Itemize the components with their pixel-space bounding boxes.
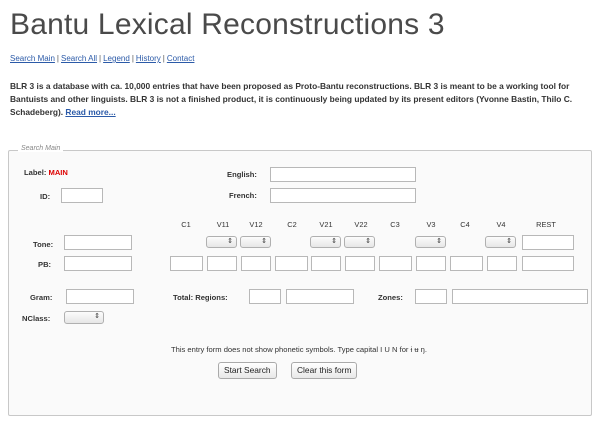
label-value: MAIN — [48, 168, 68, 177]
col-c4: C4 — [460, 220, 470, 229]
nav-separator: | — [56, 54, 59, 63]
c3-input[interactable] — [379, 256, 412, 271]
pb-input[interactable] — [64, 256, 132, 271]
main-nav: Search Main | Search All | Legend | History | Co… — [10, 54, 194, 63]
rest-input[interactable] — [522, 256, 574, 271]
zones-label: Zones: — [378, 293, 403, 302]
v12-input[interactable] — [241, 256, 271, 271]
intro-paragraph: BLR 3 is a database with ca. 10,000 entr… — [10, 80, 588, 119]
nav-history[interactable]: History — [136, 54, 161, 63]
gram-input[interactable] — [66, 289, 134, 304]
col-c2: C2 — [287, 220, 297, 229]
gram-label: Gram: — [30, 293, 53, 302]
tone-v22-select[interactable]: ⇕ — [344, 236, 375, 248]
total-regions-label: Total: Regions: — [173, 293, 228, 302]
tone-v4-select[interactable]: ⇕ — [485, 236, 516, 248]
v22-input[interactable] — [345, 256, 375, 271]
col-rest: REST — [536, 220, 556, 229]
tone-input[interactable] — [64, 235, 132, 250]
tone-v3-select[interactable]: ⇕ — [415, 236, 446, 248]
english-input[interactable] — [270, 167, 416, 182]
tone-v21-select[interactable]: ⇕ — [310, 236, 341, 248]
label-prefix: Label: — [24, 168, 47, 177]
v21-input[interactable] — [311, 256, 341, 271]
nav-separator: | — [131, 54, 134, 63]
v11-input[interactable] — [207, 256, 237, 271]
id-input[interactable] — [61, 188, 103, 203]
tone-label: Tone: — [33, 240, 54, 249]
col-v22: V22 — [354, 220, 368, 229]
page-title: Bantu Lexical Reconstructions 3 — [10, 8, 445, 41]
pb-label: PB: — [38, 260, 52, 269]
id-label: ID: — [40, 192, 51, 201]
col-v12: V12 — [249, 220, 263, 229]
col-v3: V3 — [426, 220, 436, 229]
c4-input[interactable] — [450, 256, 483, 271]
regions-input[interactable] — [286, 289, 354, 304]
total-regions-input[interactable] — [249, 289, 281, 304]
nclass-select[interactable]: ⇕ — [64, 311, 104, 324]
label-label: Label: MAIN — [24, 168, 68, 177]
nav-search-all[interactable]: Search All — [61, 54, 97, 63]
nav-search-main[interactable]: Search Main — [10, 54, 55, 63]
start-search-button[interactable]: Start Search — [218, 362, 277, 379]
c1-input[interactable] — [170, 256, 203, 271]
english-label: English: — [227, 170, 257, 179]
tone-v12-select[interactable]: ⇕ — [240, 236, 271, 248]
phonetic-note: This entry form does not show phonetic s… — [170, 345, 428, 354]
tone-v11-select[interactable]: ⇕ — [206, 236, 237, 248]
french-input[interactable] — [270, 188, 416, 203]
nav-contact[interactable]: Contact — [167, 54, 195, 63]
read-more-link[interactable]: Read more... — [65, 107, 115, 117]
v3-input[interactable] — [416, 256, 446, 271]
french-label: French: — [229, 191, 257, 200]
tone-rest-input[interactable] — [522, 235, 574, 250]
nav-separator: | — [99, 54, 102, 63]
form-legend: Search Main — [18, 145, 64, 152]
zones-input[interactable] — [452, 289, 588, 304]
col-v11: V11 — [216, 220, 230, 229]
v4-input[interactable] — [487, 256, 517, 271]
col-c3: C3 — [390, 220, 400, 229]
nav-separator: | — [162, 54, 165, 63]
col-c1: C1 — [181, 220, 191, 229]
nclass-label: NClass: — [22, 314, 51, 323]
total-zones-input[interactable] — [415, 289, 447, 304]
c2-input[interactable] — [275, 256, 308, 271]
clear-form-button[interactable]: Clear this form — [291, 362, 358, 379]
nav-legend[interactable]: Legend — [103, 54, 130, 63]
col-v4: V4 — [496, 220, 506, 229]
col-v21: V21 — [319, 220, 333, 229]
